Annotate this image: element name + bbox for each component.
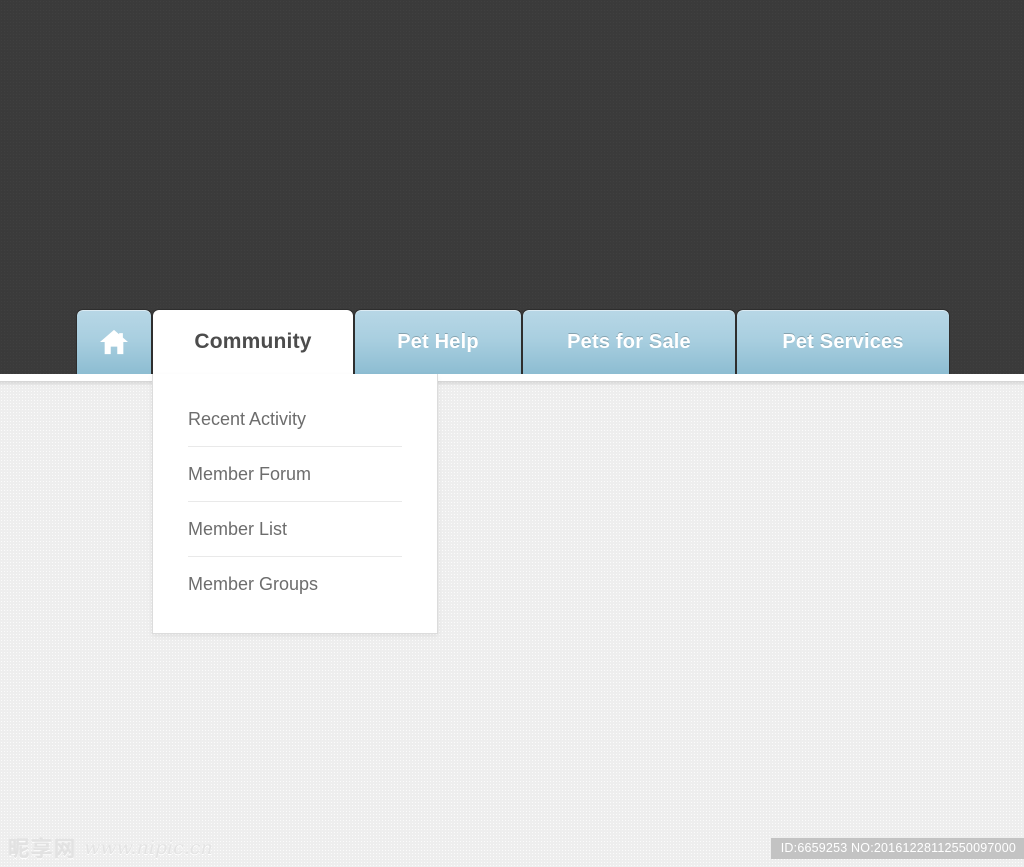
nav-tab-pet-help[interactable]: Pet Help [354,309,522,374]
dropdown-item-member-list[interactable]: Member List [188,502,402,557]
dropdown-item-member-groups[interactable]: Member Groups [188,557,402,611]
watermark-logo: 昵享网 www.nipic.cn [8,833,213,863]
primary-navigation: Community Pet Help Pets for Sale Pet Ser… [76,309,950,374]
nav-tab-label: Pet Services [782,330,904,353]
watermark-id-badge: ID:6659253 NO:20161228112550097000 [770,838,1024,859]
dropdown-item-member-forum[interactable]: Member Forum [188,447,402,502]
nav-tab-pets-for-sale[interactable]: Pets for Sale [522,309,736,374]
nav-tab-pet-services[interactable]: Pet Services [736,309,950,374]
page-root: Community Pet Help Pets for Sale Pet Ser… [0,0,1024,867]
nav-tab-label: Pets for Sale [567,330,691,353]
community-dropdown-menu: Recent Activity Member Forum Member List… [152,374,438,634]
nav-tab-label: Pet Help [397,330,479,353]
watermark-brand-cn: 昵享网 [8,837,77,861]
nav-tab-label: Community [194,330,312,353]
home-icon [99,328,129,356]
dropdown-item-recent-activity[interactable]: Recent Activity [188,392,402,447]
nav-tab-community[interactable]: Community [152,309,354,374]
nav-tab-home[interactable] [76,309,152,374]
watermark-footer: 昵享网 www.nipic.cn ID:6659253 NO:201612281… [0,829,1024,867]
watermark-url: www.nipic.cn [84,837,213,859]
